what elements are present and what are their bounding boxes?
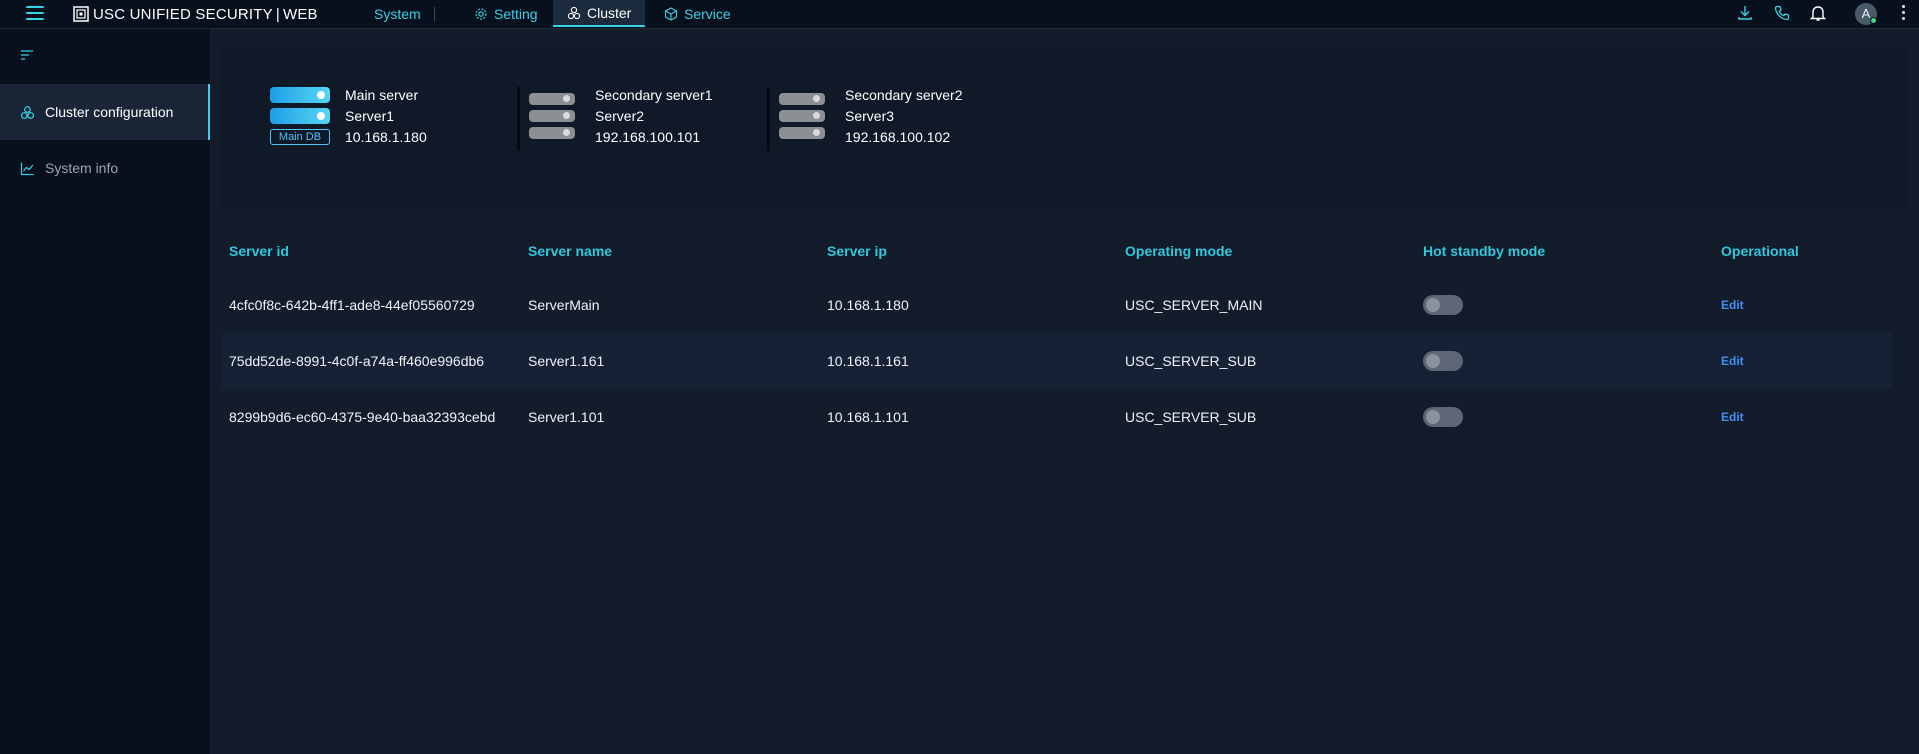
brand-name: USC UNIFIED SECURITY bbox=[93, 6, 273, 23]
server-card-secondary-1: Secondary server1 Server2 192.168.100.10… bbox=[529, 87, 713, 146]
nav-service-label: Service bbox=[684, 6, 731, 22]
phone-icon[interactable] bbox=[1773, 4, 1791, 22]
main-content: Main DB Main server Server1 10.168.1.180… bbox=[210, 29, 1919, 754]
cell-server-name: Server1.101 bbox=[528, 409, 605, 425]
brand-separator: | bbox=[275, 6, 280, 23]
server-card-main: Main DB Main server Server1 10.168.1.180 bbox=[270, 87, 427, 146]
cell-operating-mode: USC_SERVER_SUB bbox=[1125, 353, 1257, 369]
table-row: 75dd52de-8991-4c0f-a74a-ff460e996db6 Ser… bbox=[222, 333, 1892, 389]
edit-button[interactable]: Edit bbox=[1721, 410, 1744, 424]
table-header: Server id Server name Server ip Operatin… bbox=[222, 225, 1892, 277]
server-main-icon: Main DB bbox=[270, 87, 330, 145]
nav-cluster-label: Cluster bbox=[587, 4, 632, 21]
sidebar-item-label: System info bbox=[45, 160, 119, 176]
server-divider bbox=[767, 87, 770, 151]
server-card-secondary-2: Secondary server2 Server3 192.168.100.10… bbox=[779, 87, 963, 146]
server-name: Server2 bbox=[595, 108, 645, 124]
server-ip: 192.168.100.101 bbox=[595, 129, 701, 145]
table-row: 4cfc0f8c-642b-4ff1-ade8-44ef05560729 Ser… bbox=[222, 277, 1892, 333]
line-chart-icon bbox=[20, 162, 34, 175]
server-ip: 192.168.100.102 bbox=[845, 129, 951, 145]
cluster-icon bbox=[567, 6, 581, 19]
server-icon bbox=[779, 87, 825, 145]
header-hot-standby-mode: Hot standby mode bbox=[1423, 243, 1546, 259]
server-ip: 10.168.1.180 bbox=[345, 129, 427, 145]
servers-table: Server id Server name Server ip Operatin… bbox=[222, 225, 1892, 445]
cell-operating-mode: USC_SERVER_MAIN bbox=[1125, 297, 1263, 313]
table-row: 8299b9d6-ec60-4375-9e40-baa32393cebd Ser… bbox=[222, 389, 1892, 445]
server-role: Main server bbox=[345, 87, 419, 103]
hot-standby-toggle[interactable] bbox=[1423, 295, 1463, 315]
bell-icon[interactable] bbox=[1809, 4, 1827, 22]
cell-server-id: 8299b9d6-ec60-4375-9e40-baa32393cebd bbox=[229, 409, 496, 425]
cell-server-ip: 10.168.1.101 bbox=[827, 409, 909, 425]
sidebar: Cluster configuration System info bbox=[0, 29, 210, 754]
brand-title: USC UNIFIED SECURITY | WEB bbox=[93, 6, 318, 23]
header-server-name: Server name bbox=[528, 243, 613, 259]
cluster-icon bbox=[20, 105, 35, 119]
sidebar-collapse-icon[interactable] bbox=[20, 49, 34, 63]
hot-standby-toggle[interactable] bbox=[1423, 407, 1463, 427]
header-server-id: Server id bbox=[229, 243, 289, 259]
sidebar-item-label: Cluster configuration bbox=[45, 104, 174, 120]
nav-setting[interactable]: Setting bbox=[460, 0, 552, 28]
cell-server-name: Server1.161 bbox=[528, 353, 605, 369]
cell-server-id: 75dd52de-8991-4c0f-a74a-ff460e996db6 bbox=[229, 353, 485, 369]
logo-icon bbox=[73, 6, 89, 22]
cell-server-name: ServerMain bbox=[528, 297, 600, 313]
server-role: Secondary server1 bbox=[595, 87, 713, 103]
top-bar: USC UNIFIED SECURITY | WEB System Setting … bbox=[0, 0, 1919, 29]
hamburger-menu-icon[interactable] bbox=[26, 6, 44, 22]
server-name: Server1 bbox=[345, 108, 395, 124]
header-operating-mode: Operating mode bbox=[1125, 243, 1233, 259]
server-name: Server3 bbox=[845, 108, 895, 124]
online-status-dot bbox=[1870, 17, 1877, 24]
server-role: Secondary server2 bbox=[845, 87, 963, 103]
edit-button[interactable]: Edit bbox=[1721, 354, 1744, 368]
server-icon bbox=[529, 87, 575, 145]
sidebar-item-system-info[interactable]: System info bbox=[0, 140, 210, 196]
brand-suffix: WEB bbox=[282, 6, 318, 23]
more-vertical-icon[interactable] bbox=[1902, 5, 1906, 23]
nav-cluster[interactable]: Cluster bbox=[553, 0, 646, 27]
download-icon[interactable] bbox=[1736, 4, 1754, 22]
header-operational: Operational bbox=[1721, 243, 1799, 259]
gear-icon bbox=[475, 8, 487, 20]
nav-system[interactable]: System bbox=[360, 0, 435, 28]
cell-operating-mode: USC_SERVER_SUB bbox=[1125, 409, 1257, 425]
sidebar-item-cluster-configuration[interactable]: Cluster configuration bbox=[0, 84, 210, 140]
cell-server-ip: 10.168.1.180 bbox=[827, 297, 909, 313]
edit-button[interactable]: Edit bbox=[1721, 298, 1744, 312]
cell-server-id: 4cfc0f8c-642b-4ff1-ade8-44ef05560729 bbox=[229, 297, 475, 313]
nav-setting-label: Setting bbox=[494, 6, 538, 22]
cell-server-ip: 10.168.1.161 bbox=[827, 353, 909, 369]
nav-system-label: System bbox=[374, 6, 421, 22]
server-divider bbox=[517, 87, 520, 151]
hot-standby-toggle[interactable] bbox=[1423, 351, 1463, 371]
cube-icon bbox=[664, 7, 678, 21]
nav-service[interactable]: Service bbox=[650, 0, 745, 28]
header-server-ip: Server ip bbox=[827, 243, 887, 259]
server-topology-panel: Main DB Main server Server1 10.168.1.180… bbox=[222, 49, 1907, 209]
nav-divider bbox=[434, 7, 435, 21]
main-db-badge: Main DB bbox=[270, 129, 330, 145]
